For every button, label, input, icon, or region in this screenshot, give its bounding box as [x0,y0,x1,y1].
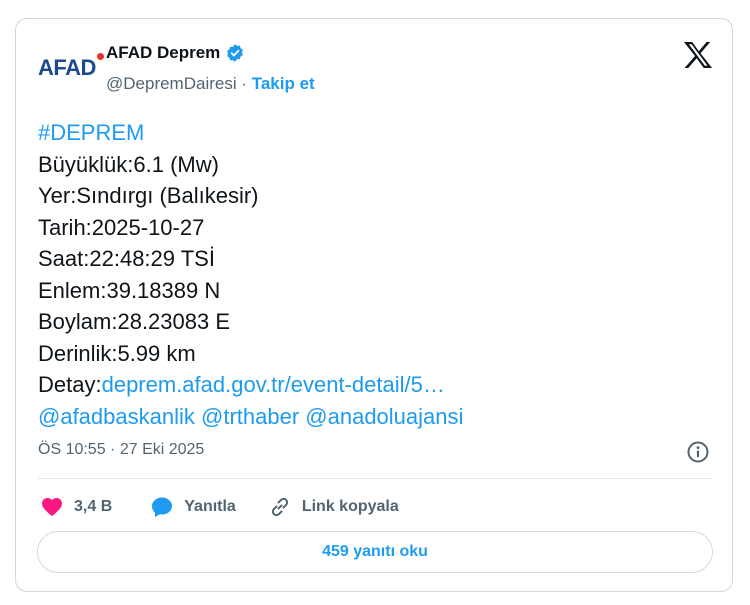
author-name[interactable]: AFAD Deprem [106,43,220,63]
latitude-line: Enlem:39.18389 N [38,277,221,303]
longitude-line: Boylam:28.23083 E [38,309,231,334]
afad-logo[interactable]: AFAD [38,53,104,81]
time-line: Saat:22:48:29 TSİ [38,246,215,271]
read-replies-button[interactable]: 459 yanıtı oku [37,531,713,573]
like-count: 3,4 B [74,498,113,515]
copy-link-label: Link kopyala [301,498,399,515]
tweet-timestamp[interactable]: ÖS 10:55 · 27 Eki 2025 [38,441,204,459]
mentions-line: @afadbaskanlik @trthaber @anadoluajansi [38,401,463,433]
link-icon [271,497,288,517]
magnitude-line: Büyüklük:6.1 (Mw) [38,151,219,177]
reply-label: Yanıtla [184,498,236,515]
tweet-body: #DEPREM Büyüklük:6.1 (Mw) Yer:Sındırgı (… [38,117,463,432]
mention-link[interactable]: @anadoluajansi [305,404,463,429]
action-bar: 3,4 B Yanıtla Link kopyala [40,492,399,522]
speech-bubble-icon [152,497,173,517]
divider [38,478,712,479]
copy-link-button[interactable]: Link kopyala [268,495,399,519]
follow-button[interactable]: Takip et [252,74,315,93]
mention-link[interactable]: @trthaber [201,404,299,429]
detail-line: Detay:deprem.afad.gov.tr/event-detail/5… [38,369,463,401]
location-line: Yer:Sındırgı (Balıkesir) [38,183,259,208]
author-name-row: AFAD Deprem [106,43,245,63]
verified-badge-icon [227,44,244,62]
x-logo-icon[interactable] [683,41,713,69]
depth-line: Derinlik:5.99 km [38,340,196,366]
heart-icon [42,498,62,517]
detail-label: Detay: [38,372,102,397]
logo-text: AFAD [38,55,96,80]
logo-dot [96,53,104,60]
like-button[interactable]: 3,4 B [40,495,112,519]
date-line: Tarih:2025-10-27 [38,214,205,240]
author-handle[interactable]: @DepremDairesi [106,74,237,93]
reply-button[interactable]: Yanıtla [150,495,236,519]
mention-link[interactable]: @afadbaskanlik [38,404,195,429]
author-handle-row: @DepremDairesi · Takip et [106,74,315,94]
read-replies-label: 459 yanıtı oku [322,543,428,560]
tweet-card: AFAD AFAD Deprem @DepremDairesi · Takip … [15,18,733,592]
handle-separator: · [236,74,252,93]
info-icon[interactable] [686,440,710,464]
hashtag-link[interactable]: #DEPREM [38,117,463,149]
detail-link[interactable]: deprem.afad.gov.tr/event-detail/5… [102,372,445,397]
